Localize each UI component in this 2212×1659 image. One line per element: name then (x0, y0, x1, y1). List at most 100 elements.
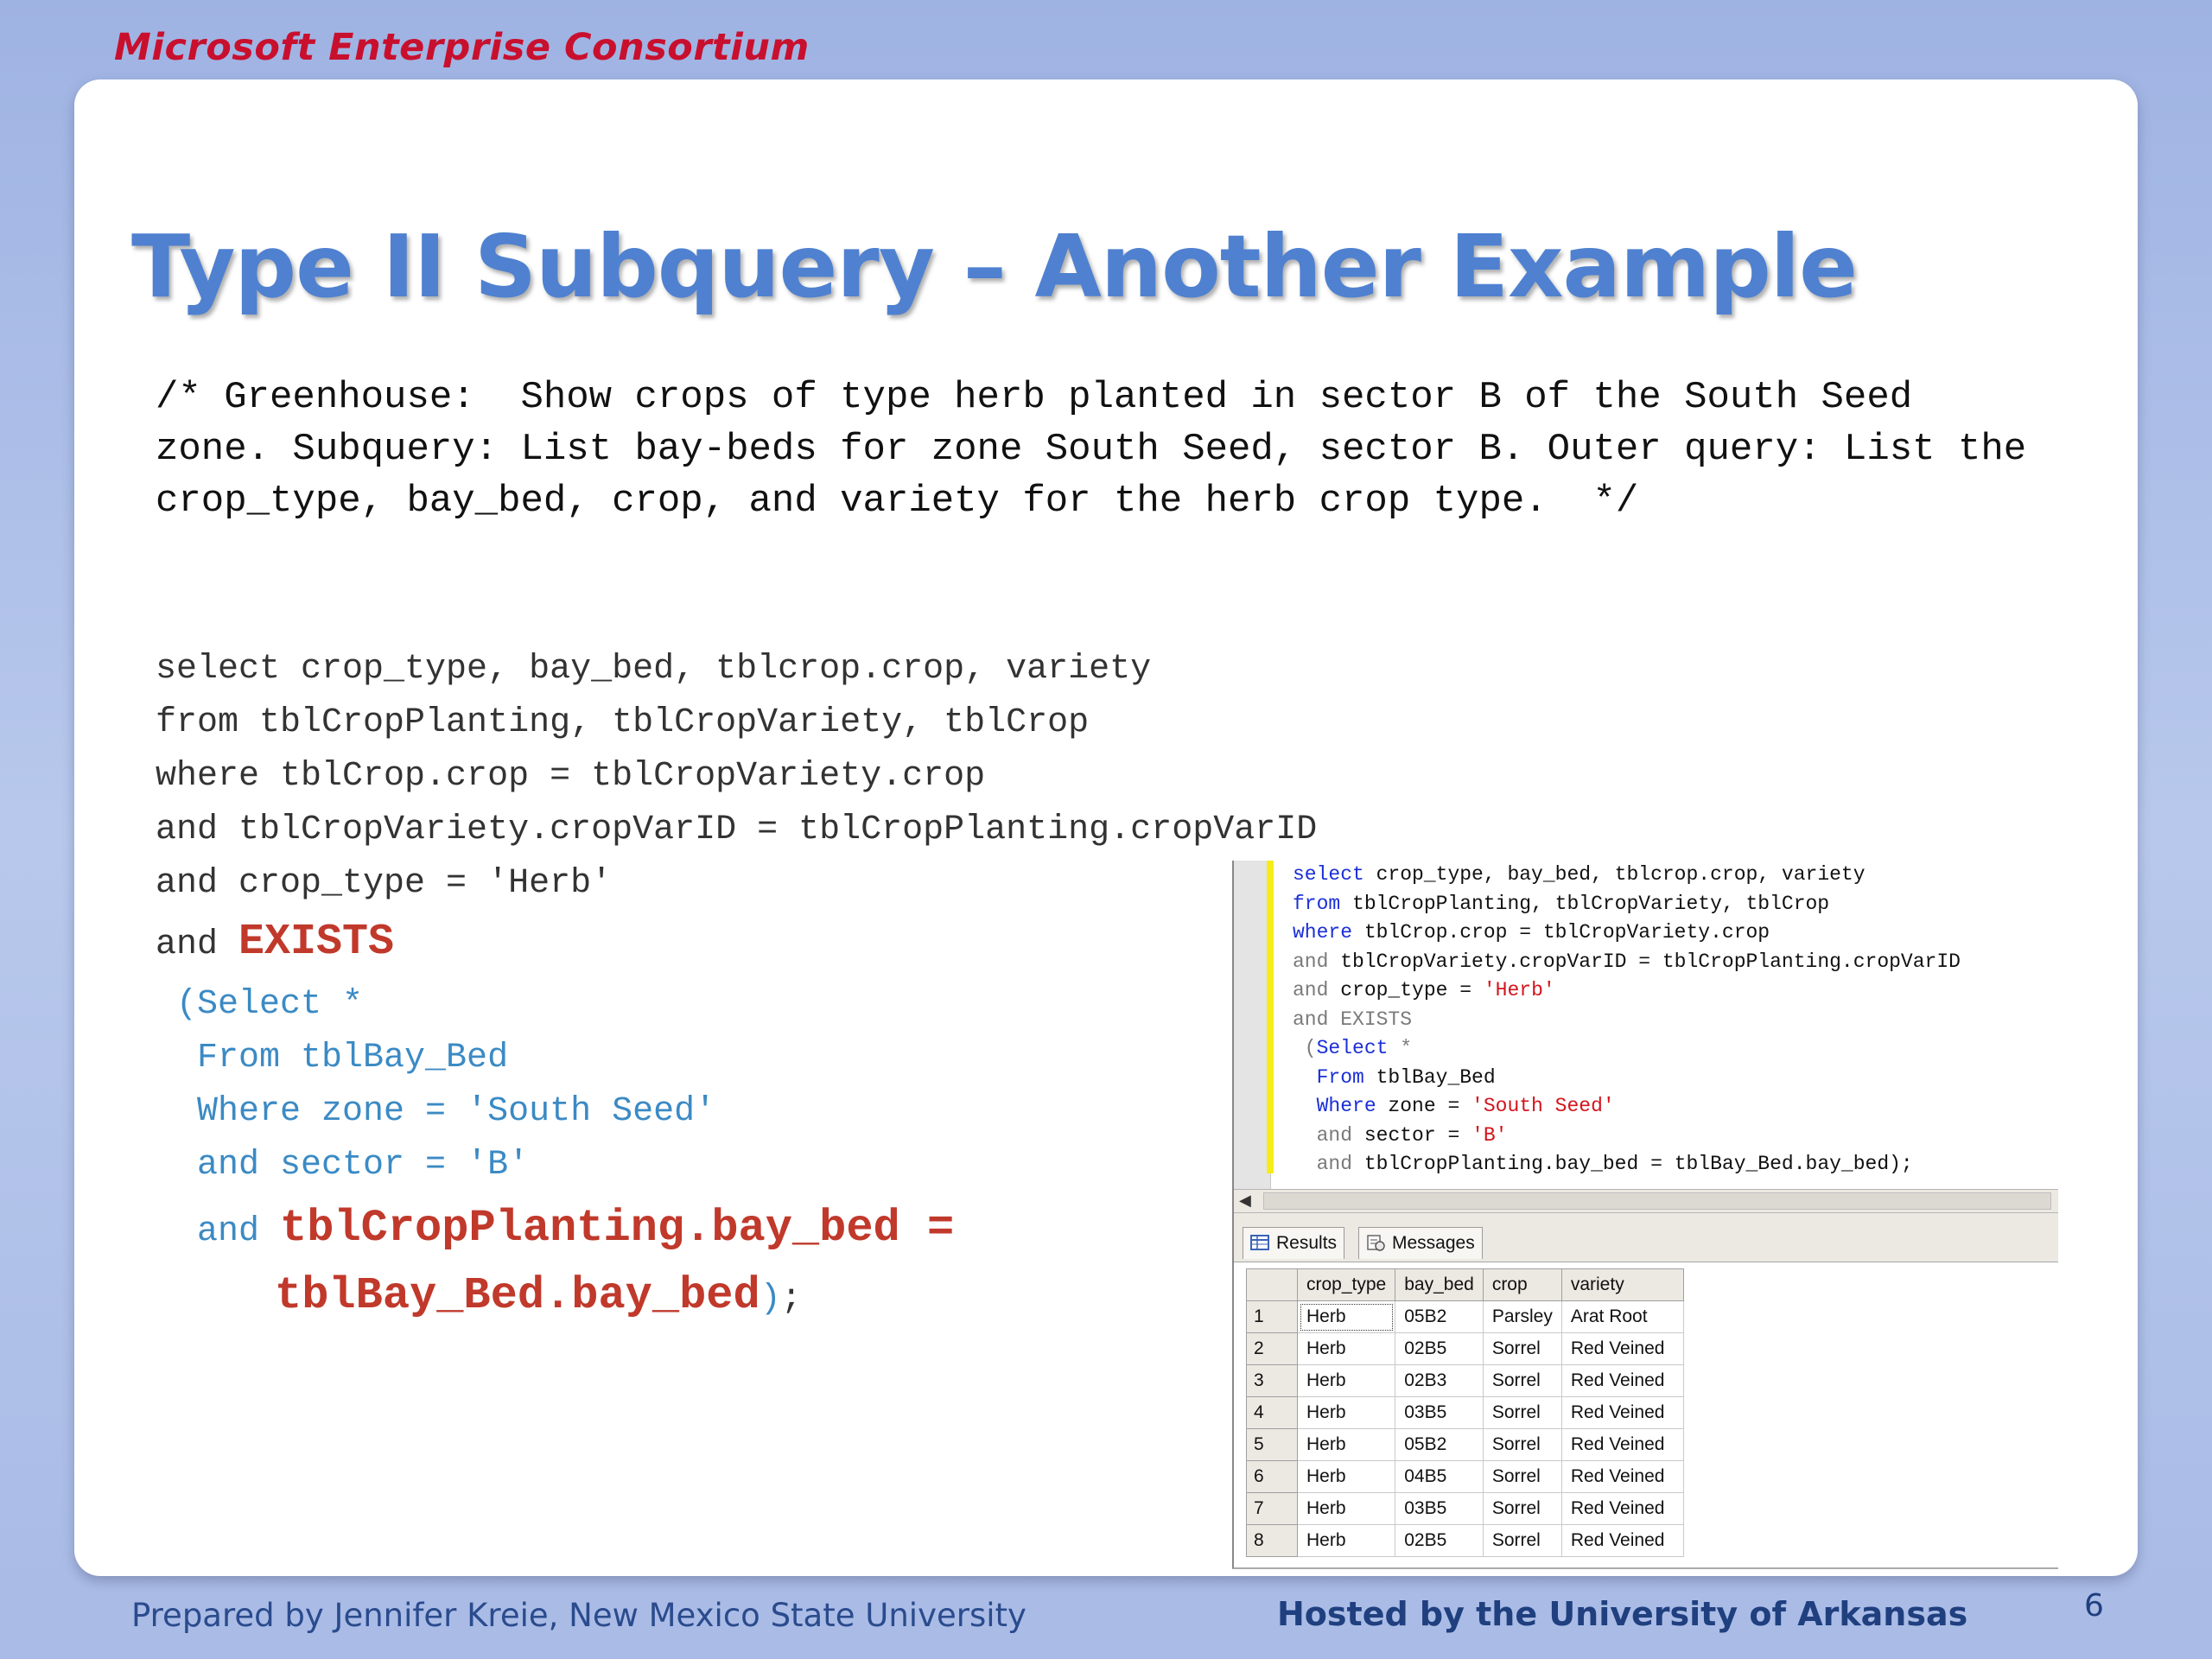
table-cell[interactable]: Red Veined (1560, 1460, 1684, 1493)
sql-line-8: From tblBay_Bed (1316, 1065, 1496, 1089)
sql-line-2: from tblCropPlanting, tblCropVariety, tb… (1293, 892, 1830, 915)
scrollbar-thumb[interactable] (1263, 1192, 2051, 1210)
tab-messages-label: Messages (1392, 1233, 1475, 1253)
table-cell[interactable]: 03B5 (1395, 1396, 1484, 1429)
column-header[interactable]: crop (1482, 1268, 1562, 1301)
column-header[interactable]: bay_bed (1395, 1268, 1484, 1301)
query-text[interactable]: select crop_type, bay_bed, tblcrop.crop,… (1293, 861, 1961, 1179)
join-condition-left: tblCropPlanting.bay_bed = (280, 1203, 955, 1254)
results-tabbar: Results Messages (1234, 1213, 2058, 1262)
messages-icon (1367, 1235, 1385, 1251)
row-number[interactable]: 4 (1246, 1396, 1298, 1429)
sql-line-9: Where zone = 'South Seed' (1316, 1095, 1615, 1117)
code-line-4: and tblCropVariety.cropVarID = tblCropPl… (156, 810, 1318, 849)
grid-icon (1250, 1235, 1269, 1250)
table-row[interactable]: 6 Herb 04B5 Sorrel Red Veined (1246, 1460, 1684, 1493)
row-number[interactable]: 3 (1246, 1364, 1298, 1397)
sql-line-7: (Select * (1293, 1037, 1413, 1059)
code-line-2: from tblCropPlanting, tblCropVariety, tb… (156, 703, 1090, 742)
table-cell[interactable]: 05B2 (1395, 1300, 1484, 1333)
page-number: 6 (2084, 1588, 2104, 1624)
table-cell[interactable]: Red Veined (1560, 1396, 1684, 1429)
table-cell[interactable]: Sorrel (1482, 1492, 1562, 1525)
change-marker (1267, 861, 1274, 1173)
results-header-row: crop_type bay_bed crop variety (1246, 1268, 1684, 1301)
table-cell[interactable]: Sorrel (1482, 1332, 1562, 1365)
row-number[interactable]: 8 (1246, 1524, 1298, 1557)
table-cell[interactable]: Sorrel (1482, 1428, 1562, 1461)
code-line-8: From tblBay_Bed (156, 1039, 509, 1077)
table-cell[interactable]: 02B3 (1395, 1364, 1484, 1397)
table-cell[interactable]: Herb (1296, 1492, 1396, 1525)
table-row[interactable]: 5 Herb 05B2 Sorrel Red Veined (1246, 1428, 1684, 1461)
scroll-left-arrow-icon[interactable]: ◀ (1239, 1192, 1251, 1210)
table-cell[interactable]: 02B5 (1395, 1524, 1484, 1557)
exists-keyword: EXISTS (238, 918, 395, 967)
table-cell[interactable]: Red Veined (1560, 1364, 1684, 1397)
sql-line-10: and sector = 'B' (1316, 1123, 1508, 1147)
column-header[interactable]: variety (1560, 1268, 1684, 1301)
column-header[interactable]: crop_type (1296, 1268, 1396, 1301)
table-cell[interactable]: Red Veined (1560, 1524, 1684, 1557)
table-cell[interactable]: Herb (1296, 1428, 1396, 1461)
row-number[interactable]: 5 (1246, 1428, 1298, 1461)
row-number[interactable]: 6 (1246, 1460, 1298, 1493)
results-grid: crop_type bay_bed crop variety 1 Herb 05B2… (1246, 1268, 1684, 1557)
table-cell[interactable]: Herb (1296, 1524, 1396, 1557)
code-line-1: select crop_type, bay_bed, tblcrop.crop,… (156, 650, 1152, 689)
code-line-10: and sector = 'B' (156, 1146, 530, 1185)
code-line-9: Where zone = 'South Seed' (156, 1092, 716, 1131)
row-number[interactable]: 2 (1246, 1332, 1298, 1365)
code-and-2: and (156, 1212, 281, 1251)
table-cell[interactable]: Sorrel (1482, 1460, 1562, 1493)
table-row[interactable]: 4 Herb 03B5 Sorrel Red Veined (1246, 1396, 1684, 1429)
table-cell[interactable]: Arat Root (1560, 1300, 1684, 1333)
horizontal-scrollbar[interactable]: ◀ (1234, 1189, 2058, 1213)
table-cell[interactable]: 05B2 (1395, 1428, 1484, 1461)
footer-host: Hosted by the University of Arkansas (1277, 1595, 1968, 1633)
table-cell[interactable]: Herb (1296, 1396, 1396, 1429)
code-line-7: (Select * (156, 985, 364, 1024)
editor-gutter (1234, 861, 1271, 1189)
table-row[interactable]: 1 Herb 05B2 Parsley Arat Root (1246, 1300, 1684, 1333)
table-row[interactable]: 2 Herb 02B5 Sorrel Red Veined (1246, 1332, 1684, 1365)
query-editor-screenshot: select crop_type, bay_bed, tblcrop.crop,… (1232, 861, 2058, 1569)
table-cell[interactable]: Herb (1296, 1332, 1396, 1365)
sql-line-6: and EXISTS (1293, 1007, 1413, 1031)
tab-results-label: Results (1276, 1233, 1338, 1253)
brand-title: Microsoft Enterprise Consortium (114, 26, 810, 69)
sql-line-5: and crop_type = 'Herb' (1293, 979, 1555, 1001)
table-cell[interactable]: Sorrel (1482, 1396, 1562, 1429)
table-cell[interactable]: Herb (1296, 1300, 1396, 1333)
table-cell[interactable]: Red Veined (1560, 1492, 1684, 1525)
table-row[interactable]: 7 Herb 03B5 Sorrel Red Veined (1246, 1492, 1684, 1525)
code-line-11: and tblCropPlanting.bay_bed = (156, 1203, 954, 1254)
semicolon: ; (780, 1280, 802, 1319)
close-paren: ) (760, 1280, 781, 1319)
code-line-5: and crop_type = 'Herb' (156, 864, 613, 903)
join-condition-right: tblBay_Bed.bay_bed (275, 1270, 760, 1321)
table-cell[interactable]: 02B5 (1395, 1332, 1484, 1365)
corner-cell[interactable] (1246, 1268, 1298, 1301)
row-number[interactable]: 1 (1246, 1300, 1298, 1333)
sql-line-1: select crop_type, bay_bed, tblcrop.crop,… (1293, 863, 1866, 886)
table-cell[interactable]: 03B5 (1395, 1492, 1484, 1525)
code-line-3: where tblCrop.crop = tblCropVariety.crop (156, 757, 986, 796)
slide-title: Type II Subquery – Another Example (131, 216, 1858, 317)
table-cell[interactable]: Sorrel (1482, 1524, 1562, 1557)
code-line-6: and EXISTS (156, 918, 394, 967)
table-cell[interactable]: Sorrel (1482, 1364, 1562, 1397)
table-cell[interactable]: 04B5 (1395, 1460, 1484, 1493)
table-cell[interactable]: Herb (1296, 1460, 1396, 1493)
tab-messages[interactable]: Messages (1358, 1227, 1483, 1259)
footer-credit: Prepared by Jennifer Kreie, New Mexico S… (131, 1597, 1027, 1634)
code-and: and (156, 925, 239, 964)
row-number[interactable]: 7 (1246, 1492, 1298, 1525)
table-row[interactable]: 8 Herb 02B5 Sorrel Red Veined (1246, 1524, 1684, 1557)
tab-results[interactable]: Results (1243, 1227, 1345, 1259)
table-cell[interactable]: Parsley (1482, 1300, 1562, 1333)
table-cell[interactable]: Red Veined (1560, 1332, 1684, 1365)
table-cell[interactable]: Red Veined (1560, 1428, 1684, 1461)
table-cell[interactable]: Herb (1296, 1364, 1396, 1397)
table-row[interactable]: 3 Herb 02B3 Sorrel Red Veined (1246, 1364, 1684, 1397)
